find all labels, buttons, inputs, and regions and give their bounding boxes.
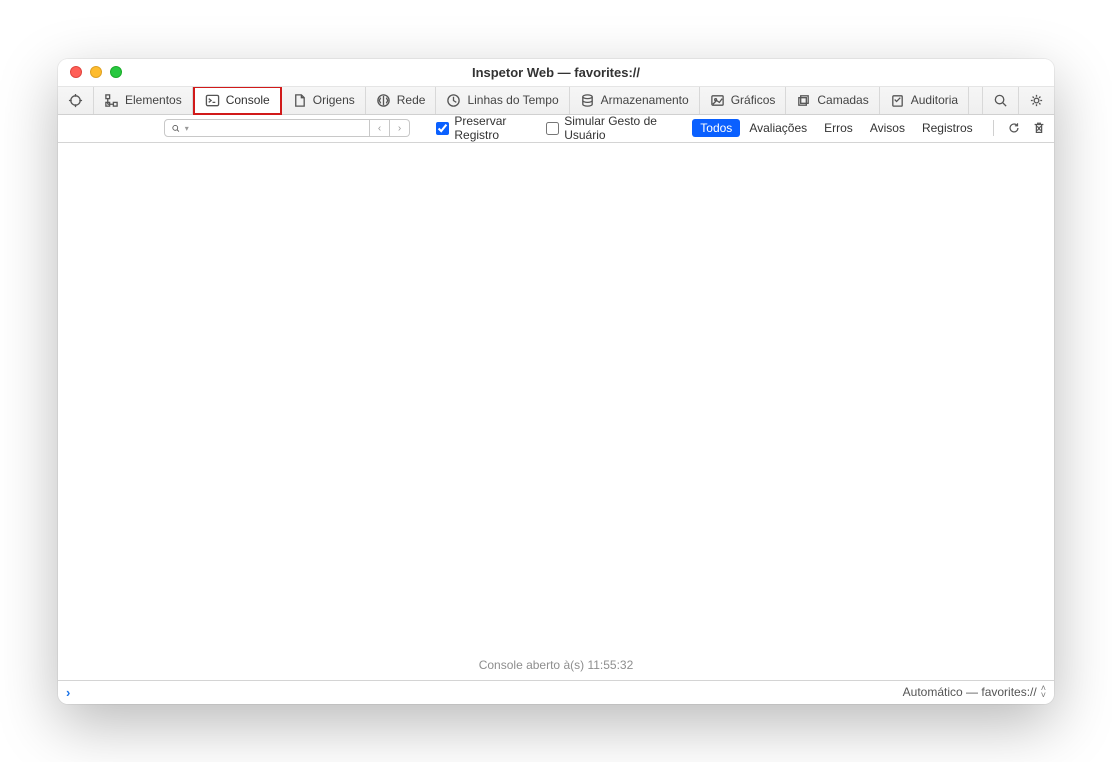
tab-label: Elementos xyxy=(125,93,182,107)
tab-label: Auditoria xyxy=(911,93,958,107)
tab-label: Gráficos xyxy=(731,93,776,107)
search-icon xyxy=(171,123,181,134)
tab-origens[interactable]: Origens xyxy=(282,87,366,114)
divider xyxy=(993,120,994,136)
preserve-log-label: Preservar Registro xyxy=(454,114,538,142)
tab-console[interactable]: Console xyxy=(193,86,282,115)
reload-button[interactable] xyxy=(1006,118,1023,138)
simulate-gesture-label: Simular Gesto de Usuário xyxy=(564,114,680,142)
search-filter-wrap: ▾ ‹ › xyxy=(164,118,410,138)
window-minimize-button[interactable] xyxy=(90,66,102,78)
search-button[interactable] xyxy=(982,87,1018,114)
window-title: Inspetor Web — favorites:// xyxy=(58,65,1054,80)
filter-errors[interactable]: Erros xyxy=(816,119,861,137)
layers-icon xyxy=(796,93,811,108)
tab-bar: Elementos Console Origens Rede Linhas do… xyxy=(58,87,1054,115)
tab-label: Camadas xyxy=(817,93,868,107)
console-footer: › Automático — favorites:// ˄˅ xyxy=(58,680,1054,704)
timeline-icon xyxy=(446,93,461,108)
simulate-gesture-checkbox[interactable]: Simular Gesto de Usuário xyxy=(546,114,680,142)
crosshair-icon xyxy=(68,93,83,108)
chevron-updown-icon: ˄˅ xyxy=(1041,685,1046,699)
filter-search-field[interactable] xyxy=(193,122,363,134)
search-next-button[interactable]: › xyxy=(390,119,410,137)
network-icon xyxy=(376,93,391,108)
tab-linhas-do-tempo[interactable]: Linhas do Tempo xyxy=(436,87,569,114)
element-picker-button[interactable] xyxy=(58,87,94,114)
execution-context-selector[interactable]: Automático — favorites:// ˄˅ xyxy=(903,685,1046,699)
chevron-down-icon: ▾ xyxy=(185,124,189,133)
execution-context-label: Automático — favorites:// xyxy=(903,685,1037,699)
filter-all[interactable]: Todos xyxy=(692,119,740,137)
web-inspector-window: Inspetor Web — favorites:// Elementos Co… xyxy=(58,59,1054,704)
filter-evaluations[interactable]: Avaliações xyxy=(741,119,815,137)
console-content: Console aberto à(s) 11:55:32 xyxy=(58,143,1054,680)
sources-icon xyxy=(292,93,307,108)
tab-label: Armazenamento xyxy=(601,93,689,107)
simulate-gesture-input[interactable] xyxy=(546,122,559,135)
tab-graficos[interactable]: Gráficos xyxy=(700,87,787,114)
tab-auditoria[interactable]: Auditoria xyxy=(880,87,969,114)
elements-icon xyxy=(104,93,119,108)
gear-icon xyxy=(1029,93,1044,108)
tab-elementos[interactable]: Elementos xyxy=(94,87,193,114)
tab-label: Rede xyxy=(397,93,426,107)
chevron-right-icon: › xyxy=(398,123,401,134)
tab-rede[interactable]: Rede xyxy=(366,87,437,114)
tab-armazenamento[interactable]: Armazenamento xyxy=(570,87,700,114)
search-nav-arrows: ‹ › xyxy=(370,119,410,137)
audit-icon xyxy=(890,93,905,108)
console-opened-message: Console aberto à(s) 11:55:32 xyxy=(58,652,1054,680)
settings-button[interactable] xyxy=(1018,87,1054,114)
clear-button[interactable] xyxy=(1031,118,1048,138)
tab-label: Console xyxy=(226,93,270,107)
prompt-caret-icon[interactable]: › xyxy=(66,685,70,700)
chevron-left-icon: ‹ xyxy=(378,123,381,134)
log-level-filters: Todos Avaliações Erros Avisos Registros xyxy=(692,119,980,137)
tab-label: Origens xyxy=(313,93,355,107)
preserve-log-input[interactable] xyxy=(436,122,449,135)
storage-icon xyxy=(580,93,595,108)
console-icon xyxy=(205,93,220,108)
filter-warnings[interactable]: Avisos xyxy=(862,119,913,137)
reload-icon xyxy=(1007,121,1021,135)
filter-search-input[interactable]: ▾ xyxy=(164,119,370,137)
traffic-lights xyxy=(70,66,122,78)
search-prev-button[interactable]: ‹ xyxy=(370,119,390,137)
trash-icon xyxy=(1032,121,1046,135)
tab-label: Linhas do Tempo xyxy=(467,93,558,107)
graphics-icon xyxy=(710,93,725,108)
console-filter-bar: ▾ ‹ › Preservar Registro Simular Gesto d… xyxy=(58,115,1054,143)
tab-camadas[interactable]: Camadas xyxy=(786,87,879,114)
preserve-log-checkbox[interactable]: Preservar Registro xyxy=(436,114,538,142)
window-maximize-button[interactable] xyxy=(110,66,122,78)
search-icon xyxy=(993,93,1008,108)
titlebar: Inspetor Web — favorites:// xyxy=(58,59,1054,87)
window-close-button[interactable] xyxy=(70,66,82,78)
filter-logs[interactable]: Registros xyxy=(914,119,981,137)
